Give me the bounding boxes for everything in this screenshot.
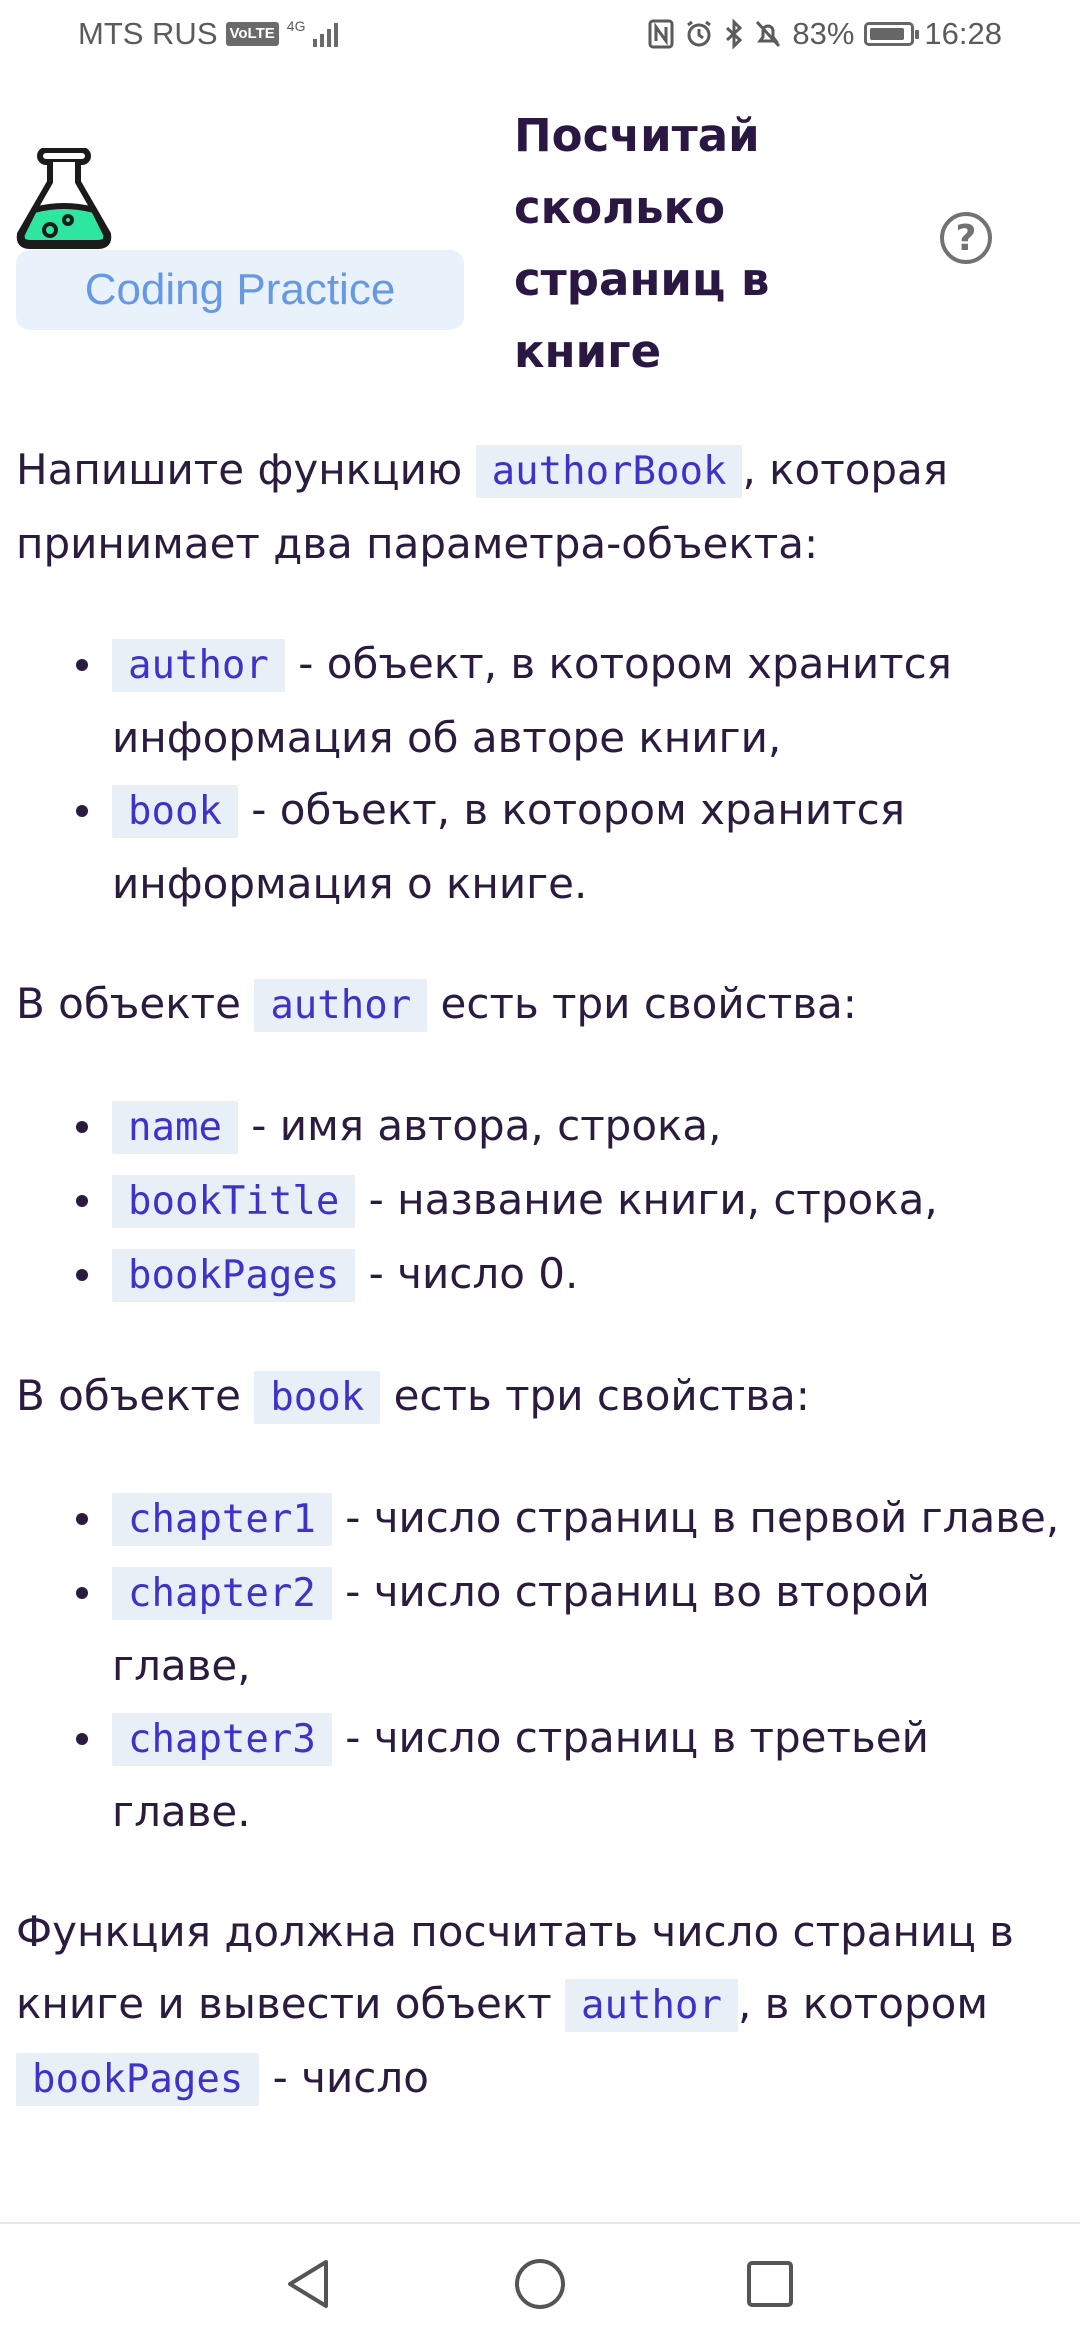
params-list: author - объект, в котором хранится инфо… xyxy=(16,628,1066,920)
code-bookpages: bookPages xyxy=(112,1249,356,1302)
task-title: Посчитай сколько страниц в книге xyxy=(514,109,770,378)
status-bar: MTS RUS VoLTE 4G 83% 16:28 xyxy=(0,0,1080,74)
recents-square-icon xyxy=(747,2261,793,2307)
code-chapter1: chapter1 xyxy=(112,1493,332,1546)
code-authorbook: authorBook xyxy=(475,445,743,498)
bluetooth-icon xyxy=(726,19,743,49)
list-item: chapter2 - число страниц во второй главе… xyxy=(76,1556,1066,1702)
navigation-bar xyxy=(0,2222,1080,2342)
volte-icon: VoLTE xyxy=(225,22,279,46)
list-item: bookTitle - название книги, строка, xyxy=(76,1164,1066,1238)
carrier-label: MTS RUS xyxy=(78,16,218,51)
recents-button[interactable] xyxy=(744,2256,796,2316)
text-span: - число страниц в первой главе, xyxy=(331,1493,1060,1542)
code-author: author xyxy=(254,979,428,1032)
mute-icon xyxy=(756,20,781,48)
alarm-icon xyxy=(687,20,712,47)
list-item: chapter1 - число страниц в первой главе, xyxy=(76,1482,1066,1556)
text-span: , в котором xyxy=(737,1979,989,2028)
author-props-list: name - имя автора, строка, bookTitle - н… xyxy=(16,1090,1066,1312)
list-item: bookPages - число 0. xyxy=(76,1238,1066,1312)
flask-icon xyxy=(14,147,114,254)
description-paragraph-4: Функция должна посчитать число страниц в… xyxy=(16,1896,1066,2116)
code-book: book xyxy=(112,785,238,838)
description-paragraph-2: В объекте author есть три свойства: xyxy=(16,968,1066,1042)
nfc-icon xyxy=(648,19,674,49)
text-span: - название книги, строка, xyxy=(355,1175,938,1224)
text-span: В объекте xyxy=(16,1371,241,1420)
code-name: name xyxy=(112,1101,238,1154)
description-paragraph-1: Напишите функцию authorBook, которая при… xyxy=(16,434,1066,580)
network-type-label: 4G xyxy=(286,18,306,34)
help-button[interactable]: ? xyxy=(940,212,992,264)
battery-icon xyxy=(864,22,920,46)
list-item: author - объект, в котором хранится инфо… xyxy=(76,628,1066,774)
task-description: Напишите функцию authorBook, которая при… xyxy=(16,434,1066,2116)
code-chapter2: chapter2 xyxy=(112,1567,332,1620)
code-author: author xyxy=(565,1979,738,2032)
list-item: chapter3 - число страниц в третьей главе… xyxy=(76,1702,1066,1848)
clock: 16:28 xyxy=(924,16,1002,51)
home-button[interactable] xyxy=(512,2256,568,2316)
status-left: MTS RUS VoLTE 4G xyxy=(78,16,339,52)
description-paragraph-3: В объекте book есть три свойства: xyxy=(16,1360,1066,1434)
text-span: есть три свойства: xyxy=(380,1371,810,1420)
home-circle-icon xyxy=(515,2259,565,2309)
code-booktitle: bookTitle xyxy=(112,1175,356,1228)
category-badge: Coding Practice xyxy=(16,250,464,330)
code-chapter3: chapter3 xyxy=(112,1713,332,1766)
text-span: - число 0. xyxy=(355,1249,579,1298)
text-span: - число xyxy=(259,2053,429,2102)
status-right: 83% 16:28 xyxy=(648,16,1002,52)
battery-percentage: 83% xyxy=(792,16,855,51)
text-span: В объекте xyxy=(16,979,241,1028)
text-span: есть три свойства: xyxy=(427,979,857,1028)
text-span: - имя автора, строка, xyxy=(237,1101,722,1150)
back-button[interactable] xyxy=(282,2256,334,2316)
code-bookpages: bookPages xyxy=(16,2053,260,2106)
list-item: book - объект, в котором хранится информ… xyxy=(76,774,1066,920)
book-props-list: chapter1 - число страниц в первой главе,… xyxy=(16,1482,1066,1848)
code-book: book xyxy=(254,1371,381,1424)
signal-icon xyxy=(313,21,339,47)
list-item: name - имя автора, строка, xyxy=(76,1090,1066,1164)
code-author: author xyxy=(112,639,285,692)
text-span: Напишите функцию xyxy=(16,445,463,494)
back-triangle-icon xyxy=(288,2260,328,2308)
